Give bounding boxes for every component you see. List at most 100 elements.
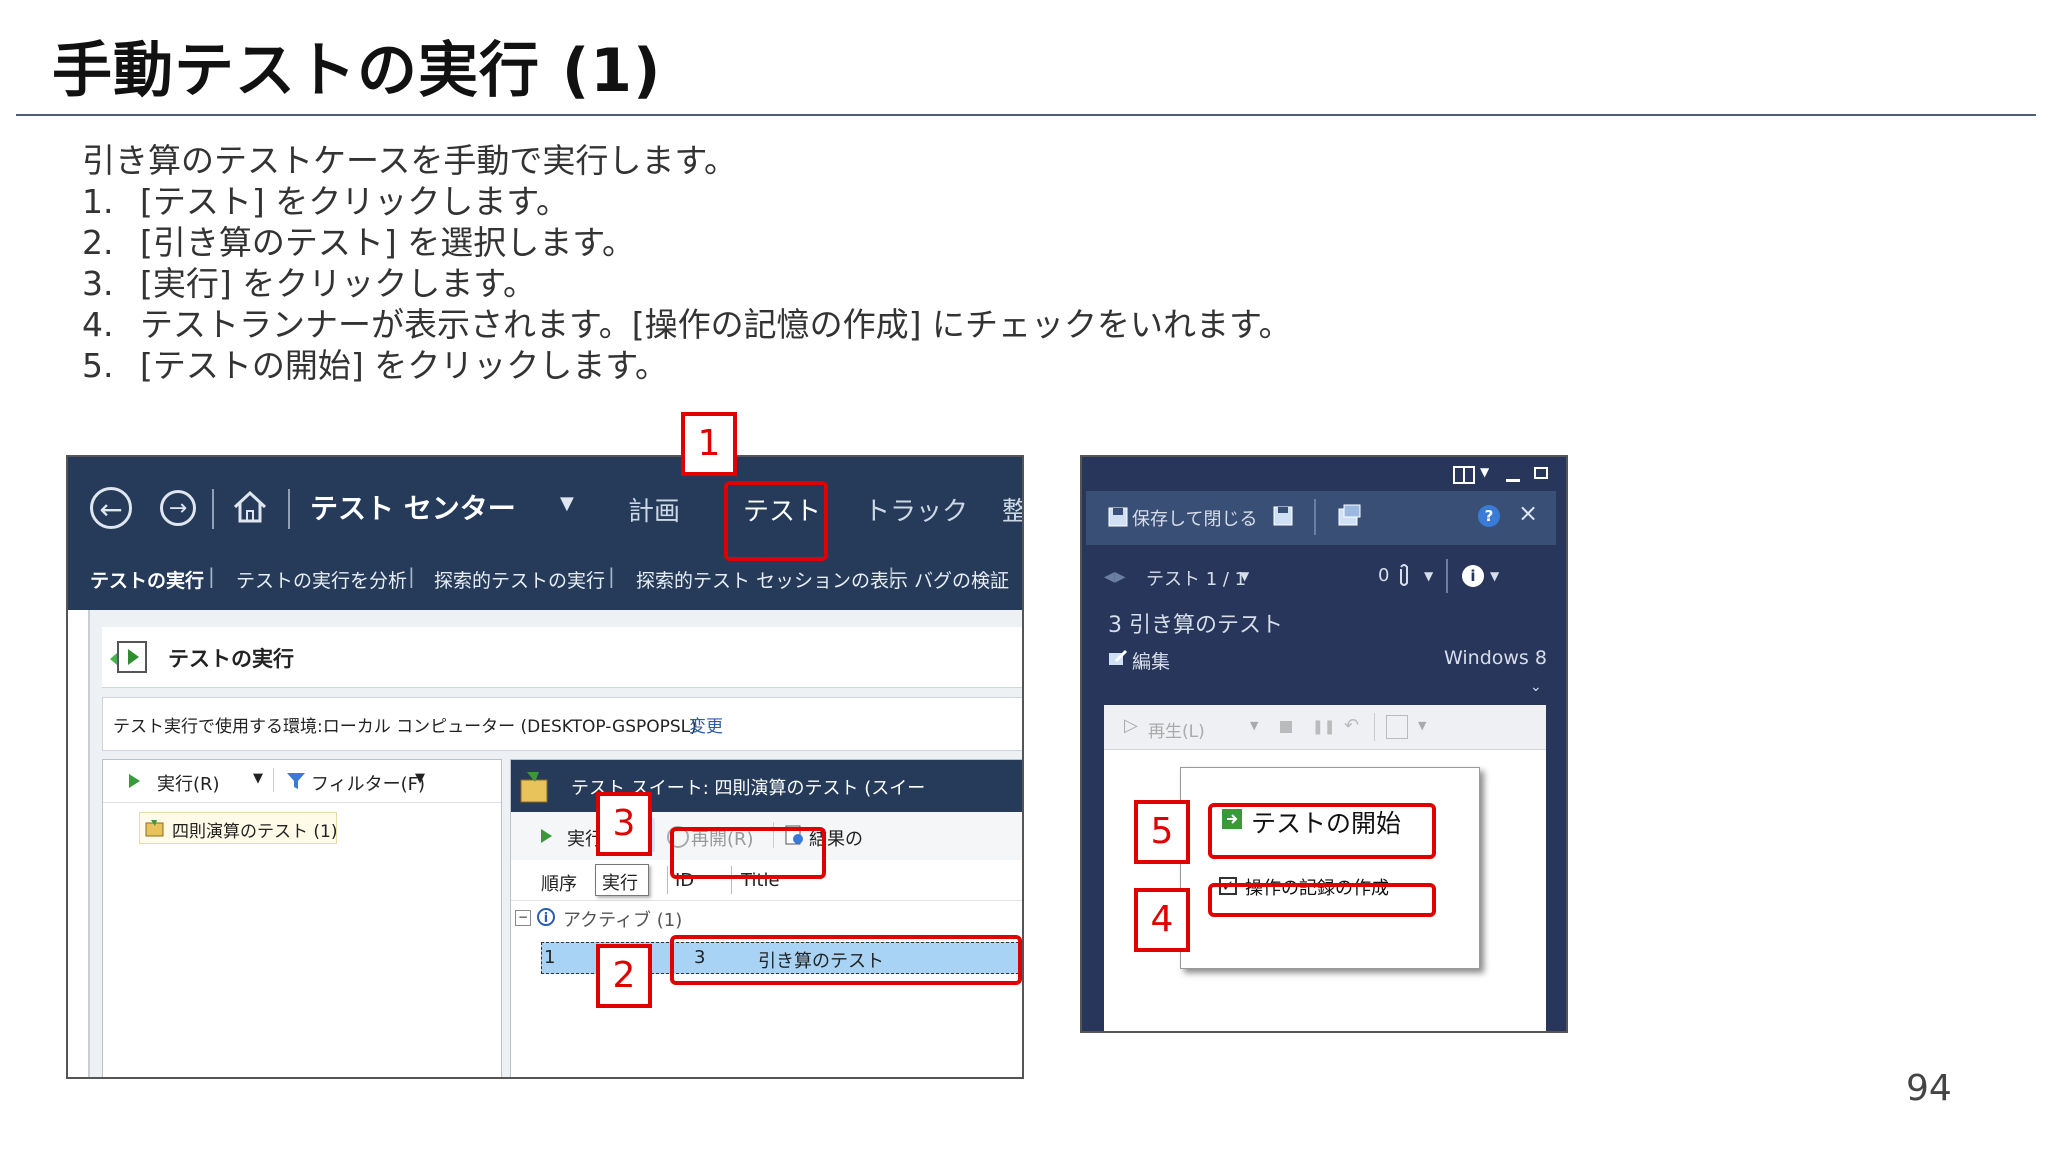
page-header: テストの実行 [102,627,1022,688]
previous-test-icon[interactable]: ◀▶ [1104,569,1126,585]
page-number: 94 [1906,1068,1952,1109]
play-button[interactable]: 再生(L) [1148,717,1205,742]
step-3: 3. [実行] をクリックします。 [82,264,536,303]
minimize-icon[interactable] [1506,479,1520,482]
dock-icon[interactable] [1452,465,1476,485]
play-icon [541,829,552,843]
highlight-run-button [670,827,826,879]
submenu-separator: | [408,564,415,588]
expand-icon[interactable]: ⌄ [1530,679,1542,695]
chevron-down-icon[interactable]: ▼ [253,771,263,786]
stop-icon [1280,721,1292,733]
run-tests-icon [110,641,147,673]
attachment-icon[interactable] [1396,563,1412,589]
change-environment-link[interactable]: 変更 [689,712,723,737]
tree-item-suite[interactable]: 四則演算のテスト (1) [139,812,337,844]
instruction-list: 引き算のテストケースを手動で実行します。 1. [テスト] をクリックします。 2… [82,140,1292,386]
callout-1: 1 [681,412,737,476]
step-2: 2. [引き算のテスト] を選択します。 [82,223,635,262]
callout-3: 3 [596,792,652,856]
test-suite-icon [145,820,164,837]
group-active: アクティブ (1) [563,910,683,931]
toolbar-separator [273,768,274,792]
submenu-exploratory-sessions[interactable]: 探索的テスト セッションの表示 [636,566,908,593]
test-name: 3 引き算のテスト [1108,613,1283,638]
test-suite-icon [520,772,548,803]
column-order[interactable]: 順序 [541,870,577,896]
chevron-down-icon: ▼ [1250,719,1259,732]
collapse-icon[interactable]: − [515,910,531,926]
submenu-run-tests[interactable]: テストの実行 [90,566,204,593]
tree-item-label: 四則演算のテスト (1) [172,822,338,842]
step-1: 1. [テスト] をクリックします。 [82,182,569,221]
play-icon [129,774,140,788]
info-icon[interactable]: i [1462,565,1484,587]
menu-track[interactable]: トラック [864,491,968,528]
submenu-exploratory[interactable]: 探索的テストの実行 [434,566,605,593]
environment-bar: テスト実行で使用する環境:ローカル コンピューター (DESKTOP-GSPOP… [102,697,1022,751]
os-label: Windows 8 [1444,647,1547,669]
save-icon[interactable] [1272,505,1294,527]
chevron-down-icon[interactable]: ▼ [560,493,574,514]
play-icon: ▷ [1124,715,1138,736]
test-counter: テスト 1 / 1 [1146,569,1247,590]
attachment-count: 0 [1378,565,1390,586]
highlight-test-row [670,935,1022,985]
runner-steps-panel: ▷ 再生(L) ▼ ❚❚ ↶ ▼ テストの開始 ✓ 操作の記録の作成 [1104,705,1546,1031]
playback-toolbar: ▷ 再生(L) ▼ ❚❚ ↶ ▼ [1104,705,1546,750]
intro-text: 引き算のテストケースを手動で実行します。 [82,141,738,180]
edit-link[interactable]: 編集 [1132,647,1170,674]
environment-label: テスト実行で使用する環境:ローカル コンピューター (DESKTOP-GSPOP… [113,717,697,737]
submenu-separator: | [208,564,215,588]
close-icon[interactable]: × [1518,499,1538,527]
menu-organize[interactable]: 整 [1002,491,1022,528]
nav-separator [288,489,290,529]
submenu-analyze-runs[interactable]: テストの実行を分析 [236,566,407,593]
chevron-down-icon[interactable]: ▼ [1490,569,1499,583]
start-test-popup: テストの開始 ✓ 操作の記録の作成 [1180,767,1480,969]
chevron-down-icon[interactable]: ▼ [1240,569,1249,583]
forward-icon[interactable]: → [160,490,196,526]
menu-plan[interactable]: 計画 [628,491,680,528]
help-icon[interactable]: ? [1478,505,1500,527]
filter-menu[interactable]: フィルター(F) [311,770,425,796]
app-name: テスト センター [310,492,516,525]
window-icon[interactable] [1336,503,1362,529]
run-tooltip: 実行 [595,864,649,896]
save-close-button[interactable]: 保存して閉じる [1132,505,1257,531]
chevron-down-icon[interactable]: ▼ [1480,465,1489,479]
test-center-sub-nav: テストの実行 | テストの実行を分析 | 探索的テストの実行 | 探索的テスト … [68,552,1022,610]
step-5: 5. [テストの開始] をクリックします。 [82,346,668,385]
step-4: 4. テストランナーが表示されます。[操作の記憶の作成] にチェックをいれます。 [82,305,1292,344]
nav-separator [212,489,214,529]
info-icon: i [537,908,555,926]
back-icon[interactable]: ← [90,487,132,529]
toolbar-separator [1374,713,1375,741]
tooltip-text: 実行 [602,873,638,894]
slide-title: 手動テストの実行 (1) [52,36,662,106]
chevron-down-icon[interactable]: ▼ [1424,569,1433,583]
suite-title-bar: テスト スイート: 四則演算のテスト (スイー [511,760,1022,812]
run-menu[interactable]: 実行(R) [157,770,220,796]
highlight-test-menu [724,481,828,561]
submenu-separator: | [888,564,895,588]
runner-toolbar: 保存して閉じる ? × [1086,491,1556,545]
chevron-down-icon[interactable]: ▼ [415,771,425,786]
test-center-nav-bar: ← → テスト センター ▼ 計画 テスト トラック 整 [68,457,1022,552]
page-header-title: テストの実行 [168,647,294,671]
maximize-icon[interactable] [1534,467,1548,479]
tree-toolbar: 実行(R) ▼ フィルター(F) ▼ [103,760,501,803]
submenu-separator: | [608,564,615,588]
test-suite-panel: テスト スイート: 四則演算のテスト (スイー 実行(U) ▼ 再開(R) 結果… [510,759,1022,1077]
pause-icon: ❚❚ [1312,719,1336,735]
title-divider [16,114,2036,116]
edit-icon [1109,649,1128,665]
callout-4: 4 [1134,888,1190,952]
highlight-start-test [1208,803,1436,859]
filter-icon [287,773,305,789]
chevron-down-icon: ▼ [1418,719,1427,732]
home-icon[interactable] [230,487,270,527]
submenu-verify-bugs[interactable]: バグの検証 [914,566,1009,593]
save-close-icon [1108,507,1128,527]
toolbar-separator [1314,499,1316,535]
